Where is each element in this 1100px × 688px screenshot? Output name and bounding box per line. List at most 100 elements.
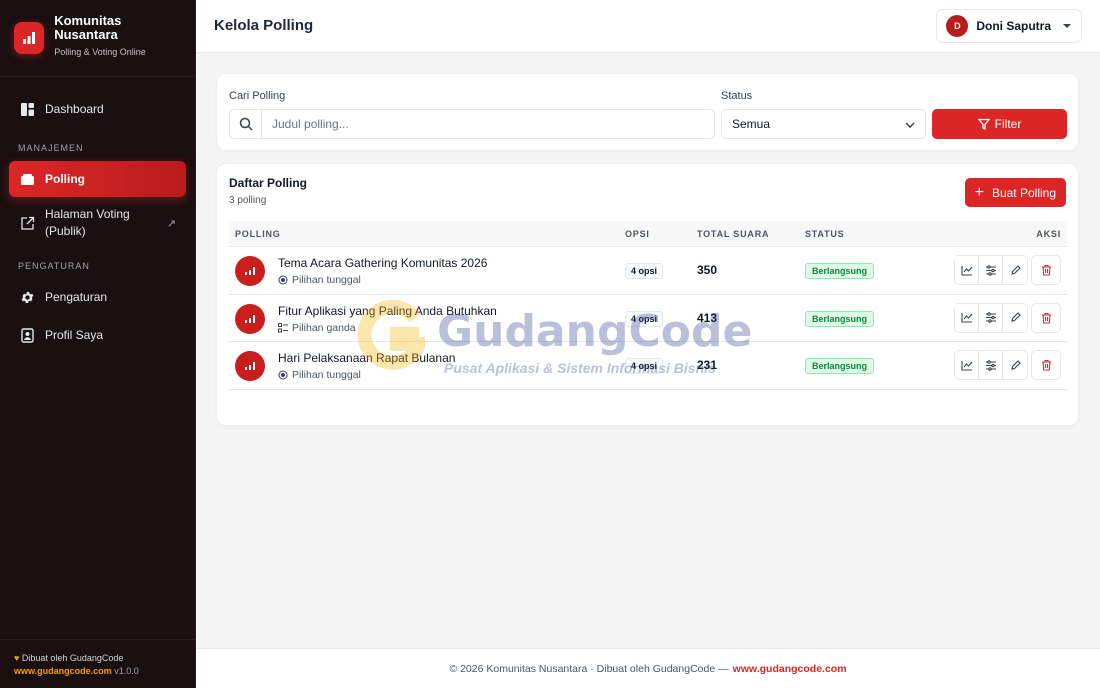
user-name: Doni Saputra [976,19,1051,33]
sidebar: Komunitas Nusantara Polling & Voting Onl… [0,0,196,688]
sidebar-item-label: Profil Saya [45,328,104,342]
poll-type-label: Pilihan tunggal [292,369,361,381]
poll-chart-icon [235,351,265,381]
create-poll-button[interactable]: + Buat Polling [964,178,1066,207]
polling-icon [19,171,35,187]
options-badge: 4 opsi [625,358,664,374]
version-text: v1.0.0 [114,666,139,676]
list-count: 3 polling [229,195,267,206]
user-menu-button[interactable]: D Doni Saputra [936,9,1082,43]
sidebar-item-label-2: (Publik) [45,224,86,238]
filter-button-label: Filter [994,117,1022,131]
total-votes: 231 [697,358,718,372]
sidebar-item-public-voting[interactable]: Halaman Voting (Publik) ↗ [9,203,186,243]
pencil-icon[interactable] [1003,303,1027,332]
brand-name: Komunitas Nusantara [54,13,122,42]
caret-down-icon [1063,24,1071,28]
sidebar-footer: ♥ Dibuat oleh GudangCode www.gudangcode.… [0,639,195,688]
page-title: Kelola Polling [214,17,314,34]
row-actions [954,255,1061,285]
footer-link[interactable]: www.gudangcode.com [733,663,847,675]
poll-table: POLLING OPSI TOTAL SUARA STATUS AKSI Tem… [229,221,1067,390]
column-header-polling: POLLING [235,228,281,239]
pencil-icon[interactable] [1003,351,1027,379]
sliders-icon[interactable] [979,351,1003,379]
sliders-icon[interactable] [979,256,1003,284]
plus-icon: + [974,183,984,201]
profile-icon [19,327,35,343]
chart-icon[interactable] [955,351,979,379]
sidebar-item-profile[interactable]: Profil Saya [9,317,186,353]
create-poll-label: Buat Polling [991,185,1056,200]
avatar: D [946,15,969,37]
sidebar-item-label: Dashboard [45,102,104,116]
sidebar-item-dashboard[interactable]: Dashboard [9,91,186,127]
sidebar-section-settings: PENGATURAN [18,261,90,271]
sidebar-footer-link[interactable]: www.gudangcode.com [14,666,112,676]
sidebar-section-manage: MANAJEMEN [18,143,84,153]
table-row: Fitur Aplikasi yang Paling Anda Butuhkan… [229,295,1067,342]
status-badge: Berlangsung [805,263,875,279]
sidebar-item-label: Pengaturan [45,290,108,304]
options-badge: 4 opsi [625,263,664,279]
column-header-total: TOTAL SUARA [697,228,770,239]
column-header-opsi: OPSI [625,228,650,239]
made-by-text: Dibuat oleh GudangCode [21,653,124,663]
dashboard-icon [19,101,35,117]
arrow-up-right-icon: ↗ [166,217,176,230]
funnel-icon [977,118,990,130]
radio-icon [278,370,288,380]
column-header-aksi: AKSI [1036,228,1061,239]
list-title: Daftar Polling [229,176,308,190]
trash-icon[interactable] [1031,302,1061,333]
options-badge: 4 opsi [625,310,664,327]
heart-icon: ♥ [14,653,20,663]
table-header: POLLING OPSI TOTAL SUARA STATUS AKSI [229,221,1067,247]
brand: Komunitas Nusantara Polling & Voting Onl… [0,0,195,77]
poll-chart-icon [235,303,265,334]
poll-type: Pilihan tunggal [278,369,361,381]
checklist-icon [278,322,288,333]
pencil-icon[interactable] [1003,256,1027,284]
sidebar-nav: Dashboard MANAJEMEN Polling Halaman Voti… [0,77,195,353]
gear-icon [19,289,35,305]
row-actions [954,350,1061,380]
status-badge: Berlangsung [805,358,875,374]
poll-list-card: Daftar Polling 3 polling + Buat Polling … [216,163,1079,426]
status-select[interactable]: Semua [721,109,926,139]
page-footer: © 2026 Komunitas Nusantara · Dibuat oleh… [196,648,1100,688]
brand-logo-icon [14,22,45,54]
search-label: Cari Polling [229,90,286,102]
poll-type-label: Pilihan ganda [292,321,356,334]
status-badge: Berlangsung [805,310,875,327]
poll-title[interactable]: Fitur Aplikasi yang Paling Anda Butuhkan [278,304,497,318]
footer-text: © 2026 Komunitas Nusantara · Dibuat oleh… [449,662,729,675]
total-votes: 350 [697,263,718,277]
filter-button[interactable]: Filter [932,109,1067,139]
chart-icon[interactable] [955,256,979,284]
poll-title[interactable]: Tema Acara Gathering Komunitas 2026 [278,256,487,270]
radio-icon [278,275,288,285]
poll-title[interactable]: Hari Pelaksanaan Rapat Bulanan [278,351,455,365]
row-actions [954,302,1061,333]
trash-icon[interactable] [1031,350,1061,380]
sliders-icon[interactable] [979,303,1003,332]
sidebar-item-label: Polling [45,172,85,186]
total-votes: 413 [697,310,718,325]
sidebar-item-polling[interactable]: Polling [9,161,186,197]
chart-icon[interactable] [955,303,979,332]
poll-chart-icon [235,256,265,286]
column-header-status: STATUS [805,228,845,239]
table-row: Tema Acara Gathering Komunitas 2026 Pili… [229,247,1067,295]
search-field [229,109,715,139]
sidebar-item-settings[interactable]: Pengaturan [9,279,186,315]
search-input[interactable] [272,117,692,131]
poll-type: Pilihan tunggal [278,274,361,286]
search-icon [230,110,262,138]
filter-card: Cari Polling Status Semua Filter [216,73,1079,151]
status-label: Status [721,90,753,102]
trash-icon[interactable] [1031,255,1061,285]
brand-subtitle: Polling & Voting Online [54,47,146,57]
poll-type: Pilihan ganda [278,322,356,334]
sidebar-item-label: Halaman Voting [45,207,130,221]
